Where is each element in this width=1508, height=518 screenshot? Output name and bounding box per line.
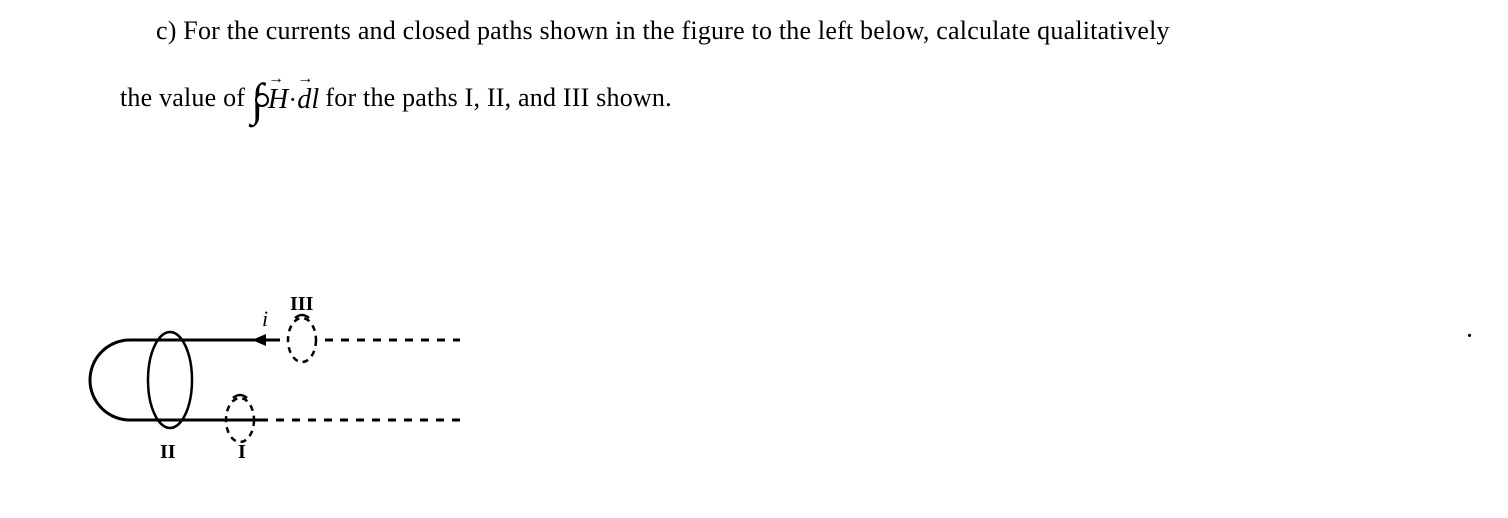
problem-line-2: the value of ∫ H · dl for the paths I, I… bbox=[120, 70, 672, 126]
vector-dl: dl bbox=[297, 84, 319, 116]
closed-line-integral: ∫ H · dl bbox=[251, 77, 319, 123]
current-label-i: i bbox=[262, 306, 268, 331]
line2-pre-text: the value of bbox=[120, 83, 245, 113]
integral-symbol: ∫ bbox=[251, 77, 264, 123]
path-II-loop bbox=[148, 332, 192, 428]
amperian-paths-figure: II I III i bbox=[40, 290, 470, 470]
figure-svg: II I III i bbox=[40, 290, 470, 470]
path-I-label: I bbox=[238, 441, 246, 463]
stray-dot: . bbox=[1467, 320, 1472, 343]
path-II-label: II bbox=[160, 441, 176, 463]
path-III-loop bbox=[288, 318, 316, 362]
problem-line-1: c) For the currents and closed paths sho… bbox=[156, 16, 1170, 46]
dot-operator: · bbox=[288, 85, 297, 115]
path-III-label: III bbox=[290, 293, 314, 315]
line2-post-text: for the paths I, II, and III shown. bbox=[325, 83, 671, 113]
vector-H: H bbox=[268, 84, 288, 116]
